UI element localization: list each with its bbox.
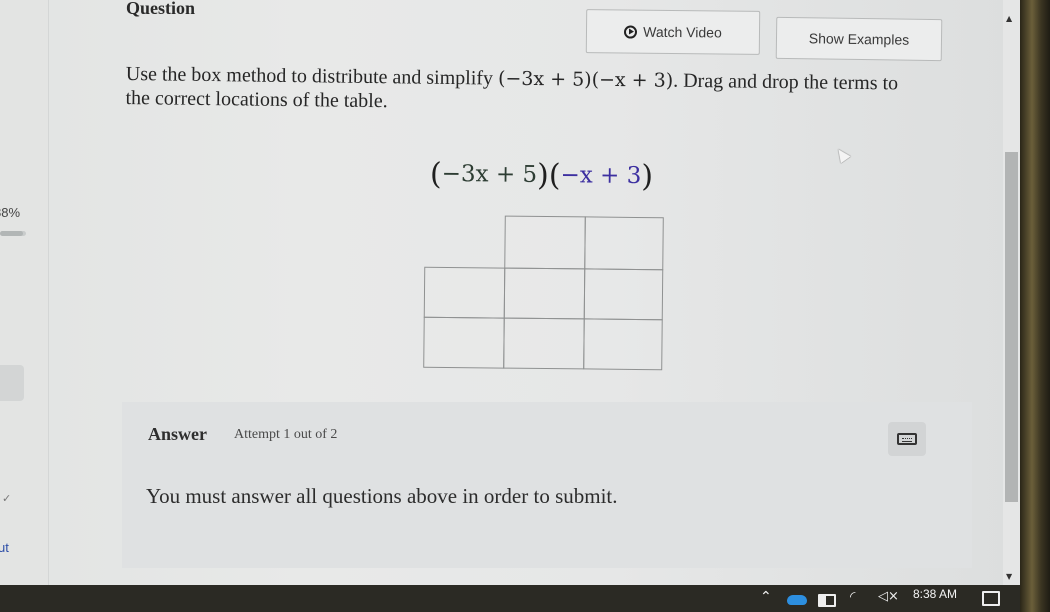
watch-video-label: Watch Video [643,23,722,41]
expression-display: (−3x + 5)(−x + 3) [430,157,653,194]
browser-viewport: 88% ✓ ut Question Watch Video Show Examp… [0,0,1020,585]
scroll-down-icon[interactable]: ▼ [1006,572,1012,581]
left-sidebar: 88% ✓ ut [0,0,49,585]
wifi-icon[interactable]: ◜ [850,589,855,605]
progress-bar-fill [0,231,23,236]
box-cell-r2-c0[interactable] [423,316,505,369]
chevron-up-icon[interactable]: ⌃ [760,589,772,605]
submit-message: You must answer all questions above in o… [146,484,618,508]
box-cell-r1-c0[interactable] [423,266,506,319]
paren-close: ) [641,159,654,195]
play-circle-icon [624,24,638,39]
box-cell-r1-c1[interactable] [503,267,586,320]
sidebar-link[interactable]: ut [0,540,9,555]
sidebar-button[interactable] [0,365,24,401]
page-scrollbar[interactable]: ▲ ▼ [1003,0,1020,585]
answer-panel: Answer Attempt 1 out of 2 You must answe… [122,402,972,568]
question-prompt: Use the box method to distribute and sim… [125,62,926,120]
volume-muted-icon[interactable]: ◁× [878,589,899,604]
clock[interactable]: 8:38 AM [913,587,957,601]
show-examples-label: Show Examples [808,30,910,48]
watch-video-button[interactable]: Watch Video [585,9,761,55]
progress-bar [0,231,26,236]
box-cell-r0-c2[interactable] [584,216,664,271]
factor-2: −x + 3 [560,162,642,190]
prompt-math: (−3x + 5)(−x + 3) [497,67,674,92]
keyboard-button[interactable] [888,422,926,456]
battery-icon[interactable] [818,594,836,607]
answer-heading: Answer [148,424,207,444]
attempt-counter: Attempt 1 out of 2 [234,427,338,442]
keyboard-icon [897,433,917,445]
factor-1: −3x + 5 [441,160,538,188]
onedrive-cloud-icon[interactable] [787,595,807,605]
box-cell-r1-c2[interactable] [583,268,664,321]
paren-open: ( [548,158,561,194]
scroll-up-icon[interactable]: ▲ [1006,14,1012,23]
paren-open: ( [429,156,442,192]
box-cell-r2-c1[interactable] [503,317,585,370]
chevron-down-icon[interactable]: ✓ [2,492,11,505]
paren-close: ) [536,157,550,194]
show-examples-button[interactable]: Show Examples [775,16,943,62]
prompt-text-before: Use the box method to distribute and sim… [125,62,499,90]
progress-percent: 88% [0,205,21,220]
mouse-cursor-icon [833,145,851,164]
box-method-table [423,215,665,372]
box-cell-r0-c1[interactable] [504,215,586,270]
question-heading: Question [126,0,196,18]
taskbar: ⌃ ◜ ◁× 8:38 AM [0,585,1020,612]
scroll-thumb[interactable] [1005,152,1018,502]
monitor-bezel [1020,0,1050,612]
action-center-icon[interactable] [982,591,1000,606]
box-cell-r2-c2[interactable] [583,318,663,371]
